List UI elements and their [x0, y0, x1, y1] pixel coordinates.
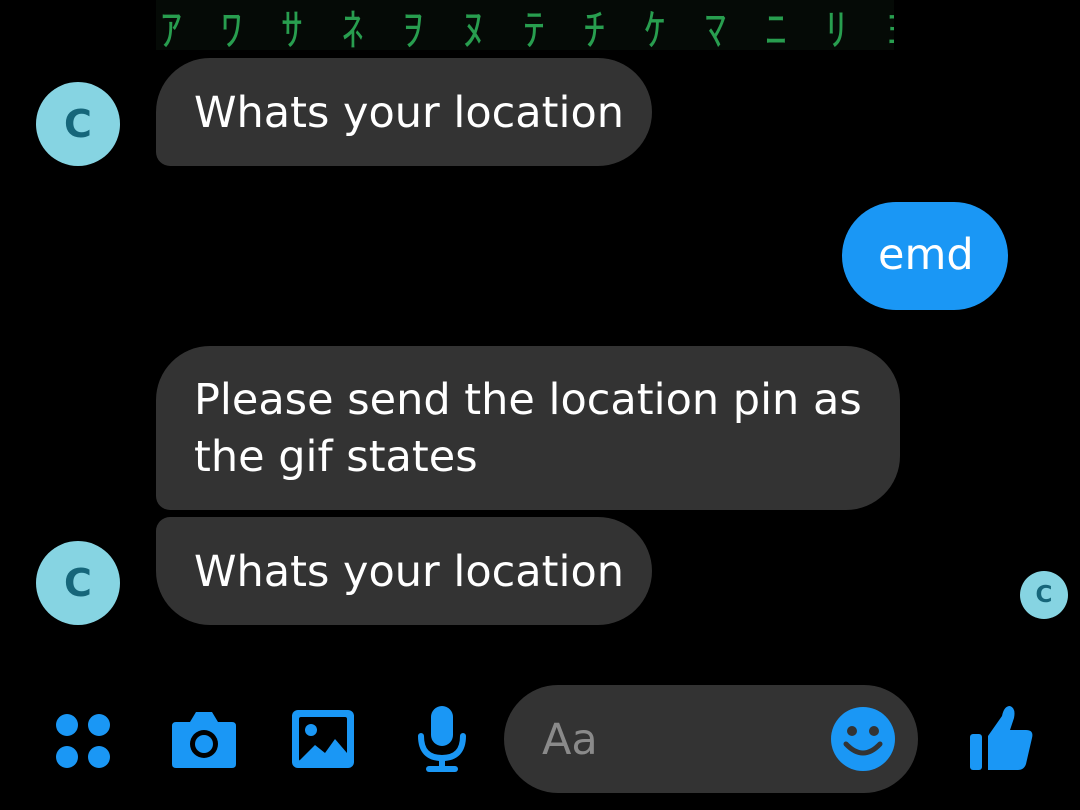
image-icon[interactable]: [290, 708, 356, 770]
message-input[interactable]: [540, 705, 824, 775]
gif-image[interactable]: ｱ ﾜ ｻ ﾈ ｦ ﾇ ﾃ ﾁ ｹ ﾏ ﾆ ﾘ ﾖ ｿ ﾓ: [156, 0, 894, 50]
message-bubble-incoming[interactable]: Please send the location pin as the gif …: [156, 346, 900, 510]
message-bubble-incoming[interactable]: Whats your location: [156, 517, 652, 625]
message-bubble-incoming[interactable]: Whats your location: [156, 58, 652, 166]
message-composer[interactable]: [504, 685, 918, 793]
menu-dots-icon[interactable]: [54, 712, 112, 770]
camera-icon[interactable]: [170, 708, 238, 770]
contact-avatar[interactable]: C: [36, 82, 120, 166]
emoji-icon[interactable]: [830, 706, 896, 772]
contact-avatar[interactable]: C: [36, 541, 120, 625]
read-receipt-avatar: C: [1020, 571, 1068, 619]
thumbs-up-icon[interactable]: [966, 702, 1038, 774]
gif-matrix-glyphs: ｱ ﾜ ｻ ﾈ ｦ ﾇ ﾃ ﾁ ｹ ﾏ ﾆ ﾘ ﾖ ｿ ﾓ: [160, 5, 894, 50]
message-bubble-outgoing[interactable]: emd: [842, 202, 1008, 310]
microphone-icon[interactable]: [414, 704, 470, 774]
